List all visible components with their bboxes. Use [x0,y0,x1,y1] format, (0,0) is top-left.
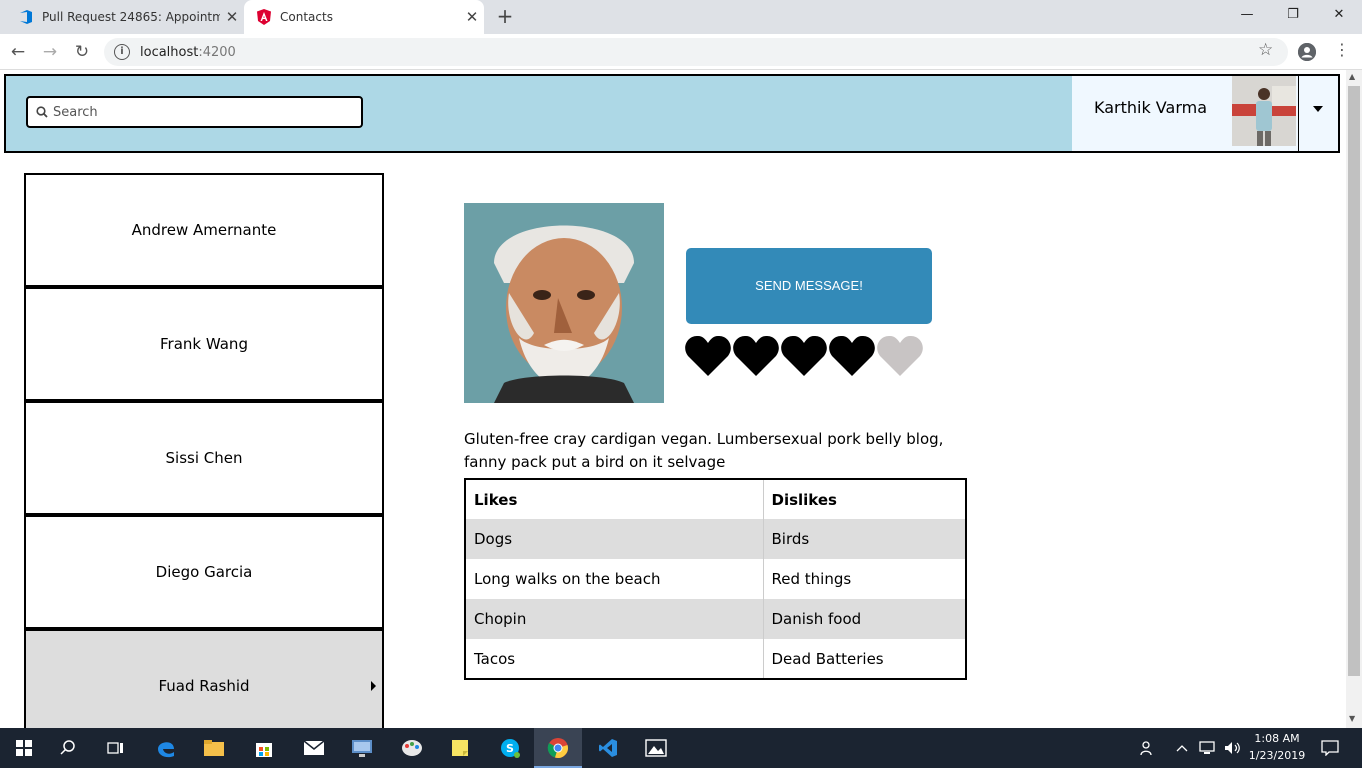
file-explorer-icon[interactable] [190,728,238,768]
search-icon [36,106,48,118]
heart-filled-icon[interactable] [780,334,828,378]
heart-empty-icon[interactable] [876,334,924,378]
vscode-icon[interactable] [584,728,632,768]
paint-icon[interactable] [388,728,436,768]
contact-list: Andrew Amernante Frank Wang Sissi Chen D… [24,173,384,728]
user-name: Karthik Varma [1094,98,1207,117]
edge-icon[interactable] [142,728,190,768]
likes-dislikes-table: Likes Dislikes Dogs Birds Long walks on … [464,478,967,680]
table-cell: Danish food [763,599,966,639]
mail-icon[interactable] [290,728,338,768]
contact-bio: Gluten-free cray cardigan vegan. Lumbers… [464,430,944,471]
clock-date[interactable]: 1/23/2019 [1246,749,1308,762]
forward-button[interactable]: → [38,40,62,64]
clock-time[interactable]: 1:08 AM [1246,732,1308,745]
page-content: Search Karthik Varma Andrew Amernante Fr… [0,70,1346,728]
table-cell: Long walks on the beach [465,559,764,599]
bookmark-star-icon[interactable]: ☆ [1258,40,1273,60]
azure-devops-icon [18,9,34,25]
table-cell: Birds [763,519,966,559]
people-icon[interactable] [1128,728,1168,768]
table-row: Chopin Danish food [465,599,966,639]
tab-title: Contacts [280,10,333,24]
caret-right-icon [371,681,376,691]
tab-contacts[interactable]: Contacts ✕ [244,0,484,34]
contact-item[interactable]: Frank Wang [24,287,384,401]
app-header: Search Karthik Varma [4,74,1340,153]
contact-name: Fuad Rashid [158,677,250,695]
contact-item[interactable]: Sissi Chen [24,401,384,515]
search-icon[interactable] [44,728,92,768]
angular-icon [256,9,272,25]
notification-icon[interactable] [1312,728,1348,768]
browser-toolbar: ← → ↻ i localhost:4200 ☆ ⋮ [0,34,1362,70]
address-bar[interactable]: i localhost:4200 [104,38,1288,66]
chevron-up-icon[interactable] [1172,728,1192,768]
column-header: Likes [465,479,764,519]
back-button[interactable]: ← [6,40,30,64]
contact-name: Andrew Amernante [131,221,277,239]
windows-start-icon[interactable] [0,728,48,768]
tab-pull-request[interactable]: Pull Request 24865: Appointment ✕ [8,0,244,34]
close-window-button[interactable]: ✕ [1316,0,1362,30]
chrome-icon[interactable] [534,728,582,768]
restore-button[interactable]: ❐ [1270,0,1316,30]
rating-hearts[interactable] [684,334,924,378]
network-icon[interactable] [1196,728,1220,768]
browser-tab-bar: Pull Request 24865: Appointment ✕ Contac… [0,0,1362,34]
tab-close-icon[interactable]: ✕ [220,8,244,26]
search-placeholder: Search [53,104,98,120]
heart-filled-icon[interactable] [684,334,732,378]
tab-close-icon[interactable]: ✕ [460,8,484,26]
heart-filled-icon[interactable] [828,334,876,378]
heart-filled-icon[interactable] [732,334,780,378]
contact-item[interactable]: Andrew Amernante [24,173,384,287]
url-port: :4200 [198,44,236,60]
page-scrollbar[interactable]: ▲ ▼ [1346,70,1362,728]
table-row: Tacos Dead Batteries [465,639,966,679]
store-icon[interactable] [240,728,288,768]
column-header: Dislikes [763,479,966,519]
new-tab-button[interactable]: + [494,5,516,27]
profile-icon[interactable] [1298,43,1316,61]
user-box: Karthik Varma [1072,76,1298,151]
volume-icon[interactable] [1222,728,1244,768]
caret-down-icon [1313,106,1323,112]
table-row: Long walks on the beach Red things [465,559,966,599]
table-header-row: Likes Dislikes [465,479,966,519]
skype-icon[interactable]: S [486,728,534,768]
avatar [1232,76,1296,146]
url-host: localhost [140,44,199,60]
contact-name: Frank Wang [160,335,248,353]
table-cell: Dead Batteries [771,649,884,668]
windows-taskbar: S 1:08 AM 1/23/2019 [0,728,1362,768]
table-cell: Dogs [465,519,764,559]
photos-icon[interactable] [632,728,680,768]
table-cell: Red things [771,570,852,588]
reload-button[interactable]: ↻ [70,40,94,64]
remote-desktop-icon[interactable] [338,728,386,768]
contact-item-selected[interactable]: Fuad Rashid [24,629,384,728]
contact-item[interactable]: Diego Garcia [24,515,384,629]
contact-name: Diego Garcia [155,563,253,581]
minimize-button[interactable]: — [1224,0,1270,30]
table-cell: Tacos [465,639,764,679]
scroll-down-icon[interactable]: ▼ [1349,714,1355,723]
scrollbar-thumb[interactable] [1348,86,1360,676]
table-row: Dogs Birds [465,519,966,559]
svg-text:S: S [506,742,514,755]
table-cell: Chopin [465,599,764,639]
menu-dots-icon[interactable]: ⋮ [1334,40,1350,59]
info-icon[interactable]: i [114,44,130,60]
user-menu-dropdown[interactable] [1298,76,1338,151]
sticky-notes-icon[interactable] [436,728,484,768]
send-message-button[interactable]: SEND MESSAGE! [686,248,932,324]
scroll-up-icon[interactable]: ▲ [1349,72,1355,81]
search-input[interactable]: Search [26,96,363,128]
tab-title: Pull Request 24865: Appointment [42,10,220,24]
contact-photo [464,203,664,403]
task-view-icon[interactable] [92,728,140,768]
contact-name: Sissi Chen [165,449,243,467]
